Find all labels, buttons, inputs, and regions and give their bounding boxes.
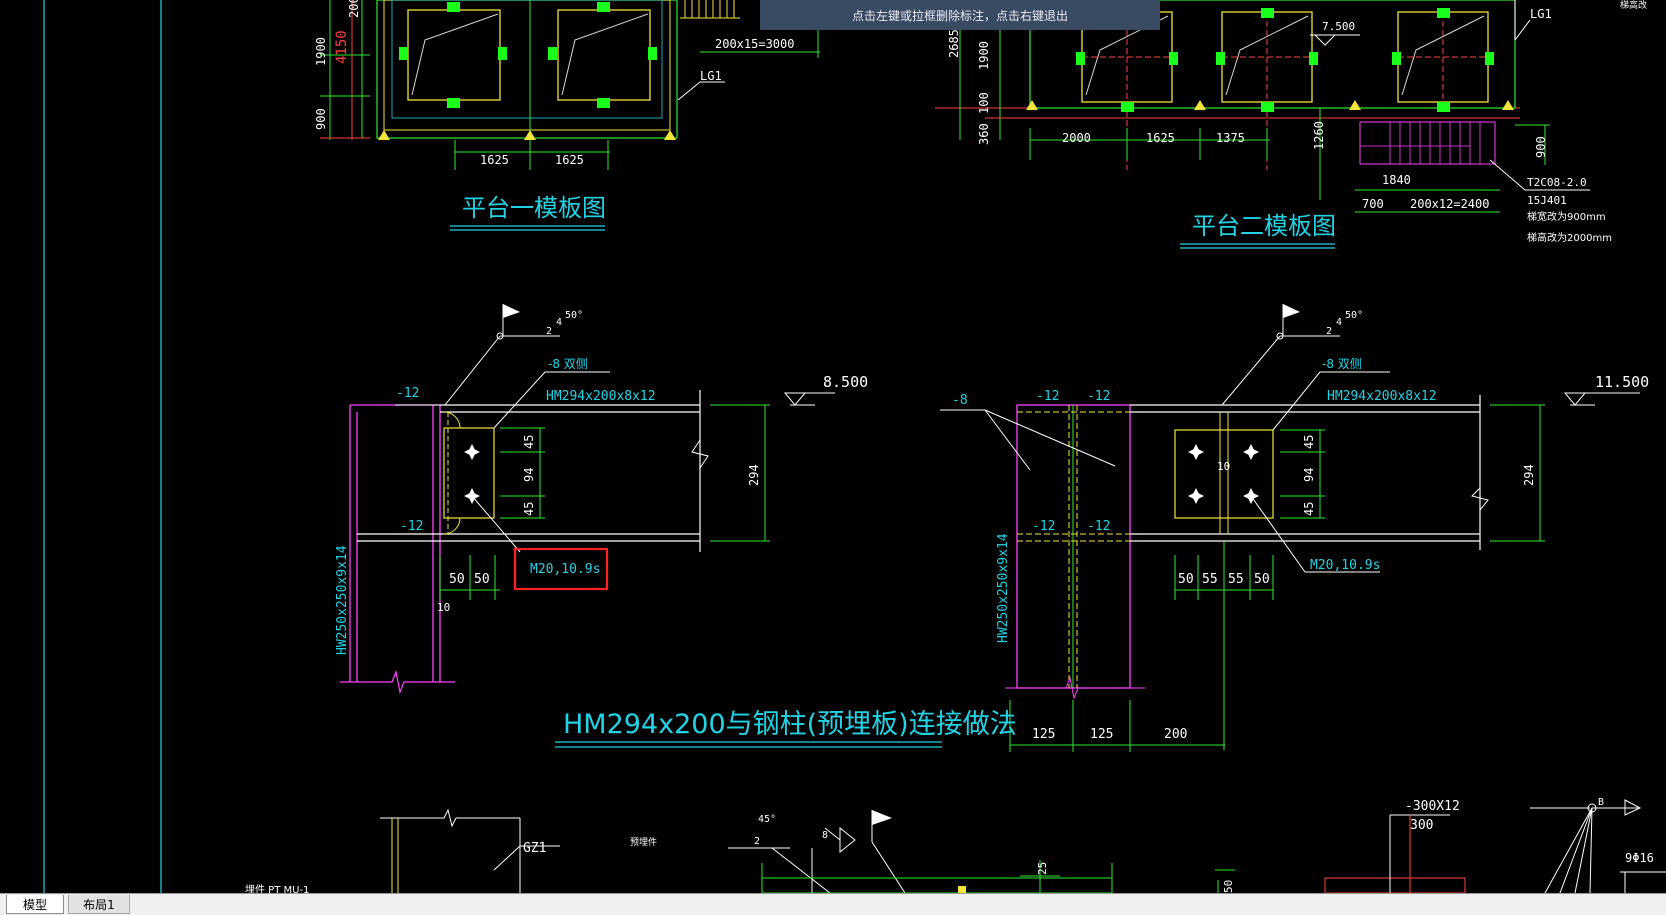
bt-weld-size: 2 <box>754 836 760 847</box>
p2-side-dim-1260: 1260 <box>1312 121 1326 150</box>
p2-title: 平台二模板图 <box>1192 212 1336 240</box>
dl-column-label: HW250x250x9x14 <box>335 545 350 655</box>
bt-b-label: 8 <box>822 830 828 841</box>
p2-note-3: 梯宽改为900mm <box>1527 210 1606 223</box>
dl-dim-50-a: 50 <box>449 572 465 587</box>
dr-bolt-label: M20,10.9s <box>1310 558 1380 573</box>
dr-plate-top-a: -12 <box>1036 389 1059 404</box>
p2-stair-dim-2400: 200x12=2400 <box>1410 197 1489 211</box>
tab-model[interactable]: 模型 <box>6 895 64 914</box>
bt-plate-label: -300X12 <box>1405 799 1460 814</box>
frame-border <box>43 0 162 893</box>
bt-gz-label: GZ1 <box>523 841 546 856</box>
dr-plate-top-b: -12 <box>1087 389 1110 404</box>
p2-dim-1840: 1840 <box>1382 173 1411 187</box>
dl-beam-label: HM294x200x8x12 <box>546 389 656 404</box>
p2-note-2: 15J401 <box>1527 194 1567 207</box>
bt-dim-50: 50 <box>1222 880 1235 893</box>
dl-stiffener-label: -8 双侧 <box>548 357 588 371</box>
p2-dim-1625: 1625 <box>1146 131 1175 145</box>
tab-layout1-label: 布局1 <box>83 897 115 912</box>
p1-plate-label: 200x15=3000 <box>715 37 794 51</box>
dl-dim-94: 94 <box>522 468 536 482</box>
p1-dim-2000: 2000 <box>347 0 361 18</box>
dl-elev: 8.500 <box>823 373 868 391</box>
dr-base-dim-125-a: 125 <box>1032 727 1055 742</box>
bottom-partial-details <box>380 799 1666 893</box>
p2-corner-note: 梯高改 <box>1620 0 1647 11</box>
p1-dim-900: 900 <box>314 108 328 130</box>
dr-dim-94: 94 <box>1302 468 1316 482</box>
p1-lg-label: LG1 <box>700 69 722 83</box>
p2-dim-100: 100 <box>977 92 991 114</box>
bt-b2-label: B <box>1598 797 1604 808</box>
dr-dim-55-b: 55 <box>1228 572 1244 587</box>
cad-model-canvas[interactable]: 2000 4150 1900 900 1625 1625 200x15=3000… <box>0 0 1666 893</box>
main-detail-title: HM294x200与钢柱(预埋板)连接做法 <box>563 709 1017 740</box>
drawing-svg[interactable]: 2000 4150 1900 900 1625 1625 200x15=3000… <box>0 0 1666 893</box>
p2-dim-1900: 1900 <box>977 41 991 70</box>
dl-gap: 10 <box>437 601 450 614</box>
p1-dim-1900: 1900 <box>314 37 328 66</box>
p2-lg-label: LG1 <box>1530 7 1552 21</box>
dr-column-label: HW250x250x9x14 <box>996 533 1011 643</box>
dr-base-dim-200: 200 <box>1164 727 1187 742</box>
dl-depth: 294 <box>747 464 761 486</box>
p2-stair-dim-700: 700 <box>1362 197 1384 211</box>
p2-note-4: 梯高改为2000mm <box>1527 231 1612 244</box>
platform2-formwork-drawing <box>935 0 1590 249</box>
p2-dim-2000: 2000 <box>1062 131 1091 145</box>
dr-dim-50-a: 50 <box>1178 572 1194 587</box>
dl-plate-top: -12 <box>396 386 419 401</box>
command-prompt-tooltip: 点击左键或拉框删除标注，点击右键退出 <box>760 0 1160 30</box>
p2-elev: 7.500 <box>1322 20 1355 33</box>
dr-weld-angle: 50° <box>1345 310 1363 321</box>
dr-dim-55-a: 55 <box>1202 572 1218 587</box>
p1-dim-4150: 4150 <box>334 30 350 64</box>
bt-dim-25: 25 <box>1036 862 1049 875</box>
p1-dim-1625-a: 1625 <box>480 153 509 167</box>
p2-dim-1375: 1375 <box>1216 131 1245 145</box>
dr-base-dim-125-b: 125 <box>1090 727 1113 742</box>
p1-title: 平台一模板图 <box>462 194 606 222</box>
p2-note-1: T2C08-2.0 <box>1527 176 1587 189</box>
bt-note-3: 埋件 PT MU-1 <box>245 884 309 893</box>
dl-weld-size: 2 <box>546 326 552 337</box>
main-title-underline <box>555 741 942 748</box>
p2-side-dim-900: 900 <box>1534 136 1548 158</box>
dr-dim-45-top: 45 <box>1302 435 1316 449</box>
bt-rebar-label: 9Φ16 <box>1625 851 1654 865</box>
dr-weld-size: 2 <box>1326 326 1332 337</box>
bt-note-1: 预埋件 <box>630 836 657 848</box>
dr-beam-label: HM294x200x8x12 <box>1327 389 1437 404</box>
p1-dim-1625-b: 1625 <box>555 153 584 167</box>
tab-layout1[interactable]: 布局1 <box>68 895 130 914</box>
dr-depth: 294 <box>1522 464 1536 486</box>
dr-plate-left: -8 <box>952 393 968 408</box>
dl-dim-45-top: 45 <box>522 435 536 449</box>
dr-stiffener-label: -8 双侧 <box>1322 357 1362 371</box>
dr-dim-50-b: 50 <box>1254 572 1270 587</box>
dl-weld-angle: 50° <box>565 310 583 321</box>
dl-dim-50-b: 50 <box>474 572 490 587</box>
dr-gap: 10 <box>1217 460 1230 473</box>
dl-weld-depth: 4 <box>556 317 562 328</box>
dl-dim-45-bot: 45 <box>522 502 536 516</box>
dr-plate-mid-b: -12 <box>1087 519 1110 534</box>
tab-model-label: 模型 <box>22 897 47 912</box>
p2-dim-360: 360 <box>977 123 991 145</box>
dr-plate-mid-a: -12 <box>1032 519 1055 534</box>
dl-bolt-label[interactable]: M20,10.9s <box>530 562 600 577</box>
dr-weld-depth: 4 <box>1336 317 1342 328</box>
dr-dim-45-bot: 45 <box>1302 502 1316 516</box>
prompt-text: 点击左键或拉框删除标注，点击右键退出 <box>851 8 1068 23</box>
dl-plate-mid: -12 <box>400 519 423 534</box>
bt-weld-angle: 45° <box>758 814 776 825</box>
bt-plate-width: 300 <box>1410 818 1433 833</box>
layout-tab-bar: 模型 布局1 <box>0 893 1666 915</box>
p2-dim-2685: 2685 <box>947 29 961 58</box>
dr-elev: 11.500 <box>1595 373 1649 391</box>
